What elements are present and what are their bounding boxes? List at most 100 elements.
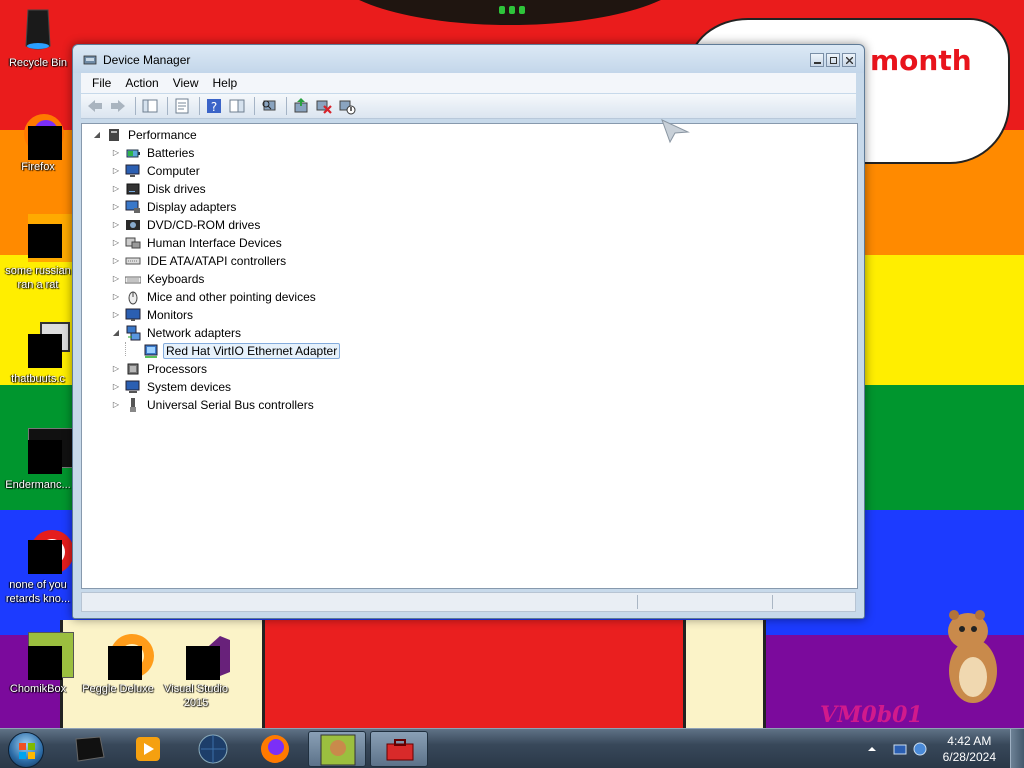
windows-logo-icon — [8, 732, 44, 768]
expand-arrow-icon[interactable]: ▷ — [111, 382, 121, 392]
figure-body — [262, 620, 686, 728]
start-button[interactable] — [4, 730, 48, 768]
tree-item-system-devices[interactable]: ▷ System devices — [111, 378, 233, 396]
tree-item-batteries[interactable]: ▷ Batteries — [111, 144, 196, 162]
expand-arrow-icon[interactable]: ▷ — [111, 166, 121, 176]
menu-view[interactable]: View — [166, 76, 206, 90]
figure-arm-right — [686, 620, 766, 728]
tree-item-usb-controllers[interactable]: ▷ Universal Serial Bus controllers — [111, 396, 316, 414]
taskbar-globe-app[interactable] — [184, 731, 242, 767]
tree-item-hid[interactable]: ▷ Human Interface Devices — [111, 234, 284, 252]
scan-hardware-button[interactable] — [259, 96, 279, 116]
tree-item-processors[interactable]: ▷ Processors — [111, 360, 209, 378]
taskbar-media-player[interactable] — [120, 731, 178, 767]
tree-item-label: Disk drives — [147, 182, 206, 196]
console-tree-icon — [142, 99, 158, 113]
back-button[interactable] — [85, 96, 105, 116]
tree-item-label: Red Hat VirtIO Ethernet Adapter — [163, 343, 341, 359]
clock[interactable]: 4:42 AM 6/28/2024 — [943, 733, 996, 765]
tree-item-disk-drives[interactable]: ▷ Disk drives — [111, 180, 208, 198]
menu-help[interactable]: Help — [206, 76, 245, 90]
device-tree[interactable]: ◢ Performance ▷ Batteries ▷ Computer ▷ D… — [81, 123, 858, 589]
action-pane-button[interactable] — [227, 96, 247, 116]
maximize-button[interactable] — [826, 53, 840, 67]
ide-controller-icon — [125, 257, 141, 265]
tree-item-label: Human Interface Devices — [147, 236, 282, 250]
expand-arrow-icon[interactable]: ▷ — [111, 184, 121, 194]
uninstall-button[interactable] — [314, 96, 334, 116]
tree-item-monitors[interactable]: ▷ Monitors — [111, 306, 195, 324]
tree-root[interactable]: ◢ Performance — [92, 126, 199, 144]
tree-item-virtio-ethernet[interactable]: Red Hat VirtIO Ethernet Adapter — [143, 342, 341, 360]
tree-item-network-adapters[interactable]: ◢ Network adapters — [111, 324, 243, 342]
tree-item-display-adapters[interactable]: ▷ Display adapters — [111, 198, 238, 216]
clock-date: 6/28/2024 — [942, 750, 996, 764]
expand-arrow-icon[interactable]: ▷ — [111, 220, 121, 230]
volume-tray-icon[interactable] — [912, 741, 928, 757]
collapse-arrow-icon[interactable]: ◢ — [111, 328, 121, 338]
expand-arrow-icon[interactable]: ▷ — [111, 274, 121, 284]
shortcut-stack-icon — [14, 322, 70, 370]
taskbar-app-1[interactable] — [60, 731, 118, 767]
expand-arrow-icon[interactable]: ▷ — [111, 400, 121, 410]
desktop-icon-peggle[interactable]: Peggle Deluxe — [80, 632, 156, 696]
properties-icon — [175, 98, 189, 114]
mouse-icon — [128, 291, 138, 305]
forward-button[interactable] — [108, 96, 128, 116]
taskbar-chomikbox[interactable] — [308, 731, 366, 767]
expand-arrow-icon[interactable]: ▷ — [111, 310, 121, 320]
menu-file[interactable]: File — [85, 76, 118, 90]
toolbar: ? — [81, 94, 856, 119]
desktop-icon-recycle-bin[interactable]: Recycle Bin — [0, 6, 76, 70]
desktop-icon-label: Recycle Bin — [8, 57, 68, 69]
creature-eyes — [497, 6, 527, 16]
update-driver-button[interactable] — [291, 96, 311, 116]
tree-item-keyboards[interactable]: ▷ Keyboards — [111, 270, 206, 288]
taskbar-device-manager[interactable] — [370, 731, 428, 767]
tree-item-label: Keyboards — [147, 272, 205, 286]
show-desktop-button[interactable] — [1010, 729, 1024, 768]
disable-button[interactable] — [337, 96, 357, 116]
collapse-arrow-icon[interactable]: ◢ — [92, 130, 102, 140]
expand-arrow-icon[interactable]: ▷ — [111, 256, 121, 266]
minimize-button[interactable] — [810, 53, 824, 67]
taskbar-firefox[interactable] — [246, 731, 304, 767]
window-controls — [810, 53, 856, 67]
chomikbox-icon — [14, 632, 74, 680]
tree-item-computer[interactable]: ▷ Computer — [111, 162, 202, 180]
expand-arrow-icon[interactable]: ▷ — [111, 364, 121, 374]
tray-expand-icon[interactable] — [866, 743, 878, 755]
desktop-icon-firefox[interactable]: Firefox — [0, 110, 76, 174]
desktop-icon-none-of-you[interactable]: none of you retards kno... — [0, 528, 76, 606]
desktop-icon-label: Firefox — [21, 161, 55, 173]
desktop-icon-visual-studio[interactable]: Visual Studio 2015 — [158, 632, 234, 710]
tree-item-mice[interactable]: ▷ Mice and other pointing devices — [111, 288, 318, 306]
show-hide-console-tree-button[interactable] — [140, 96, 160, 116]
visual-studio-icon — [172, 632, 230, 680]
expand-arrow-icon[interactable]: ▷ — [111, 148, 121, 158]
device-manager-window[interactable]: Device Manager File Action View Help ? ◢… — [72, 44, 865, 619]
desktop-icon-chomikbox[interactable]: ChomikBox — [0, 632, 76, 696]
menu-action[interactable]: Action — [118, 76, 165, 90]
expand-arrow-icon[interactable]: ▷ — [111, 238, 121, 248]
hid-icon — [125, 237, 141, 249]
desktop-icon-label: Endermanc... — [5, 479, 71, 491]
help-button[interactable]: ? — [204, 96, 224, 116]
network-tray-icon[interactable] — [892, 741, 908, 757]
expand-arrow-icon[interactable]: ▷ — [111, 292, 121, 302]
desktop-icon-russian-rat[interactable]: some russian ran a rat — [0, 214, 76, 292]
expand-arrow-icon[interactable]: ▷ — [111, 202, 121, 212]
window-titlebar[interactable]: Device Manager — [73, 45, 864, 73]
desktop-icon-thatbuuts[interactable]: thatbuuts.c — [0, 322, 76, 386]
display-adapter-icon — [125, 200, 140, 213]
processor-icon — [127, 363, 139, 375]
russian-rat-icon — [14, 214, 76, 262]
tree-item-label: Batteries — [147, 146, 195, 160]
recycle-bin-icon — [14, 6, 62, 54]
tree-item-ide-controllers[interactable]: ▷ IDE ATA/ATAPI controllers — [111, 252, 288, 270]
close-button[interactable] — [842, 53, 856, 67]
status-separator — [772, 595, 773, 609]
desktop-icon-endermanch[interactable]: Endermanc... — [0, 428, 76, 492]
properties-button[interactable] — [172, 96, 192, 116]
tree-item-dvd-cdrom-drives[interactable]: ▷ DVD/CD-ROM drives — [111, 216, 262, 234]
